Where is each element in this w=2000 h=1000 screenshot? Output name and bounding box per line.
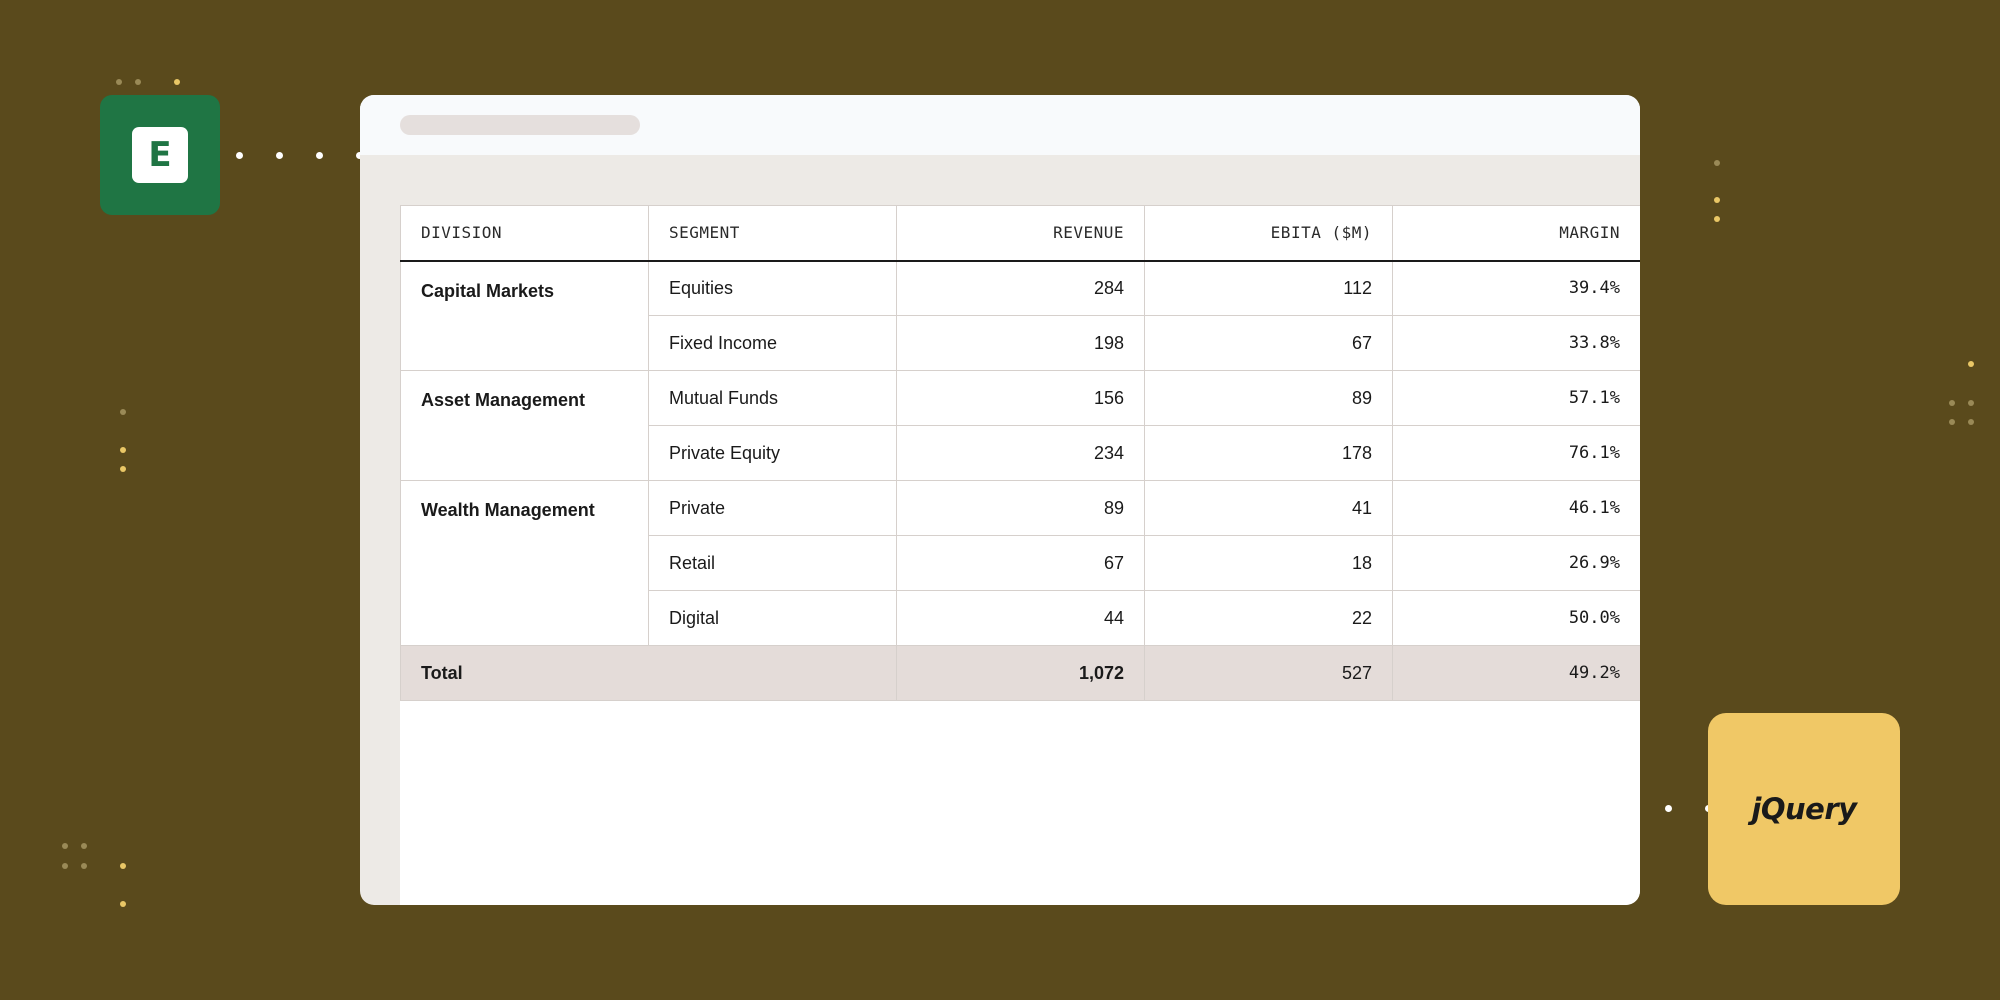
decor-dot <box>120 466 126 472</box>
decor-dot <box>1968 400 1974 406</box>
margin-cell[interactable]: 33.8% <box>1392 315 1640 371</box>
financial-table: DIVISION SEGMENT REVENUE EBITA ($M) MARG… <box>400 205 1640 701</box>
decor-dot <box>120 863 126 869</box>
excel-letter: E <box>148 135 172 175</box>
title-placeholder-bar <box>400 115 640 135</box>
table-row: Capital Markets Equities 284 112 39.4% <box>400 260 1640 371</box>
header-revenue[interactable]: REVENUE <box>896 205 1145 262</box>
decor-dot <box>62 863 68 869</box>
decor-dot <box>120 901 126 907</box>
decor-dot <box>116 79 122 85</box>
header-margin[interactable]: MARGIN <box>1392 205 1640 262</box>
table-row: Asset Management Mutual Funds 156 89 57.… <box>400 370 1640 481</box>
decor-dot <box>1968 361 1974 367</box>
decor-dot <box>120 409 126 415</box>
table-row: Wealth Management Private 89 41 46.1% <box>400 480 1640 646</box>
spreadsheet-area: DIVISION SEGMENT REVENUE EBITA ($M) MARG… <box>400 205 1640 905</box>
revenue-cell[interactable]: 67 <box>896 535 1145 591</box>
header-segment[interactable]: SEGMENT <box>648 205 897 262</box>
revenue-cell[interactable]: 156 <box>896 370 1145 426</box>
ebita-cell[interactable]: 67 <box>1144 315 1393 371</box>
decor-dot <box>120 447 126 453</box>
margin-cell[interactable]: 76.1% <box>1392 425 1640 481</box>
decor-dot <box>62 843 68 849</box>
excel-logo-tile: E <box>100 95 220 215</box>
jquery-logo: jQuery <box>1751 792 1857 826</box>
connector-dot <box>316 152 323 159</box>
window-titlebar <box>360 95 1640 155</box>
connector-dot <box>276 152 283 159</box>
segment-cell[interactable]: Digital <box>648 590 897 646</box>
ebita-cell[interactable]: 178 <box>1144 425 1393 481</box>
decor-dot <box>81 863 87 869</box>
decor-dot <box>81 843 87 849</box>
segment-cell[interactable]: Mutual Funds <box>648 370 897 426</box>
app-window: DIVISION SEGMENT REVENUE EBITA ($M) MARG… <box>360 95 1640 905</box>
division-cell[interactable]: Wealth Management <box>400 480 649 646</box>
header-ebita[interactable]: EBITA ($M) <box>1144 205 1393 262</box>
segment-cell[interactable]: Retail <box>648 535 897 591</box>
margin-cell[interactable]: 50.0% <box>1392 590 1640 646</box>
segment-cell[interactable]: Private Equity <box>648 425 897 481</box>
ebita-cell[interactable]: 22 <box>1144 590 1393 646</box>
margin-cell[interactable]: 26.9% <box>1392 535 1640 591</box>
revenue-cell[interactable]: 198 <box>896 315 1145 371</box>
connector-dot <box>1665 805 1672 812</box>
revenue-cell[interactable]: 44 <box>896 590 1145 646</box>
decor-dot <box>1714 160 1720 166</box>
total-ebita-cell[interactable]: 527 <box>1144 645 1393 701</box>
total-label-cell[interactable]: Total <box>400 645 897 701</box>
division-cell[interactable]: Capital Markets <box>400 260 649 371</box>
segment-cell[interactable]: Private <box>648 480 897 536</box>
margin-cell[interactable]: 46.1% <box>1392 480 1640 536</box>
decor-dot <box>135 79 141 85</box>
segment-cell[interactable]: Fixed Income <box>648 315 897 371</box>
decor-dot <box>1968 419 1974 425</box>
decor-dot <box>1949 419 1955 425</box>
ebita-cell[interactable]: 89 <box>1144 370 1393 426</box>
revenue-cell[interactable]: 89 <box>896 480 1145 536</box>
revenue-cell[interactable]: 284 <box>896 260 1145 316</box>
excel-icon: E <box>132 127 188 183</box>
header-row: DIVISION SEGMENT REVENUE EBITA ($M) MARG… <box>400 205 1640 262</box>
ebita-cell[interactable]: 41 <box>1144 480 1393 536</box>
decor-dot <box>1714 216 1720 222</box>
segment-cell[interactable]: Equities <box>648 260 897 316</box>
revenue-cell[interactable]: 234 <box>896 425 1145 481</box>
division-cell[interactable]: Asset Management <box>400 370 649 481</box>
ebita-cell[interactable]: 112 <box>1144 260 1393 316</box>
total-margin-cell[interactable]: 49.2% <box>1392 645 1640 701</box>
decor-dot <box>1949 400 1955 406</box>
connector-dot <box>236 152 243 159</box>
jquery-logo-tile: jQuery <box>1708 713 1900 905</box>
decor-dot <box>174 79 180 85</box>
total-row: Total 1,072 527 49.2% <box>400 645 1640 701</box>
total-revenue-cell[interactable]: 1,072 <box>896 645 1145 701</box>
ebita-cell[interactable]: 18 <box>1144 535 1393 591</box>
margin-cell[interactable]: 39.4% <box>1392 260 1640 316</box>
decor-dot <box>1714 197 1720 203</box>
header-division[interactable]: DIVISION <box>400 205 649 262</box>
margin-cell[interactable]: 57.1% <box>1392 370 1640 426</box>
